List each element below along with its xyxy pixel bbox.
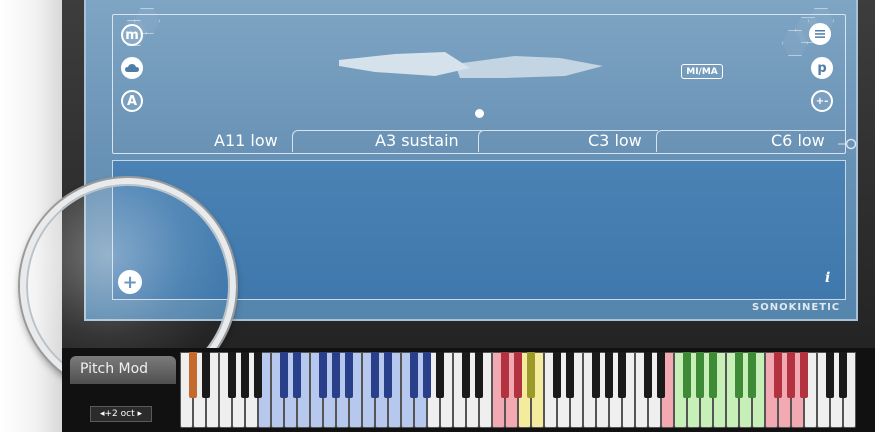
m-button[interactable]: m: [121, 24, 143, 46]
black-key[interactable]: [839, 352, 847, 398]
black-key[interactable]: [501, 352, 509, 398]
black-key[interactable]: [657, 352, 665, 398]
black-key[interactable]: [553, 352, 561, 398]
black-key[interactable]: [254, 352, 262, 398]
cloud-icon[interactable]: [121, 57, 143, 79]
mima-button[interactable]: MI/MA: [681, 64, 723, 79]
articulation-label[interactable]: C3 low: [588, 130, 642, 152]
black-key[interactable]: [371, 352, 379, 398]
black-key[interactable]: [280, 352, 288, 398]
black-key[interactable]: [423, 352, 431, 398]
brand-logo: SONOKINETIC: [752, 302, 841, 313]
black-key[interactable]: [202, 352, 210, 398]
black-key[interactable]: [592, 352, 600, 398]
pitch-mod-tab[interactable]: Pitch Mod: [70, 356, 176, 384]
black-key[interactable]: [709, 352, 717, 398]
menu-icon-glyph: [815, 30, 825, 38]
octave-shift[interactable]: ◂+2 oct ▸: [90, 406, 152, 422]
black-key[interactable]: [787, 352, 795, 398]
black-key[interactable]: [410, 352, 418, 398]
black-key[interactable]: [475, 352, 483, 398]
black-key[interactable]: [800, 352, 808, 398]
position-dot[interactable]: [475, 109, 484, 118]
info-icon[interactable]: i: [825, 270, 830, 286]
piano-keyboard[interactable]: [180, 352, 870, 428]
black-key[interactable]: [683, 352, 691, 398]
black-key[interactable]: [293, 352, 301, 398]
waveform-graphic: [339, 52, 603, 78]
black-key[interactable]: [228, 352, 236, 398]
menu-icon[interactable]: [809, 23, 831, 45]
black-key[interactable]: [735, 352, 743, 398]
black-key[interactable]: [462, 352, 470, 398]
black-key[interactable]: [696, 352, 704, 398]
slider-handle-icon[interactable]: [838, 137, 858, 151]
black-key[interactable]: [436, 352, 444, 398]
black-key[interactable]: [384, 352, 392, 398]
black-key[interactable]: [566, 352, 574, 398]
black-key[interactable]: [774, 352, 782, 398]
black-key[interactable]: [332, 352, 340, 398]
instrument-ui: m A p +- MI/MA A11 low A3 sustain C3 low…: [0, 0, 875, 432]
black-key[interactable]: [189, 352, 197, 398]
black-key[interactable]: [514, 352, 522, 398]
black-key[interactable]: [748, 352, 756, 398]
articulation-label[interactable]: A3 sustain: [375, 130, 459, 152]
black-key[interactable]: [644, 352, 652, 398]
p-button[interactable]: p: [811, 57, 833, 79]
black-key[interactable]: [319, 352, 327, 398]
black-key[interactable]: [241, 352, 249, 398]
articulation-label[interactable]: C6 low: [771, 130, 825, 152]
black-key[interactable]: [605, 352, 613, 398]
a-button[interactable]: A: [121, 90, 143, 112]
cloud-icon-glyph: [125, 63, 139, 72]
black-key[interactable]: [618, 352, 626, 398]
black-key[interactable]: [527, 352, 535, 398]
black-key[interactable]: [345, 352, 353, 398]
articulation-label[interactable]: A11 low: [214, 130, 278, 152]
plus-minus-button[interactable]: +-: [811, 90, 833, 112]
black-key[interactable]: [826, 352, 834, 398]
